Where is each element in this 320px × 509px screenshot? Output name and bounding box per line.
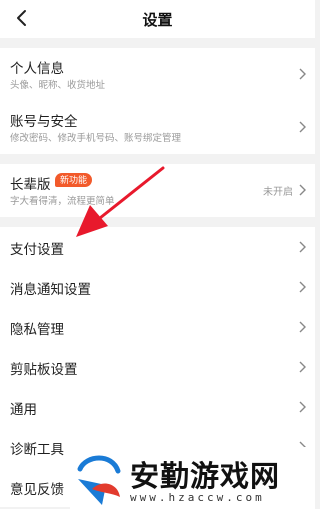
- settings-item-label: 通用: [10, 402, 37, 417]
- header-bar: 设置: [0, 0, 315, 38]
- watermark: 安勤游戏网 www.hzaccw.com: [70, 447, 315, 509]
- settings-item-label: 个人信息: [10, 61, 64, 76]
- section-gap: [0, 217, 315, 227]
- chevron-right-icon: [299, 68, 306, 80]
- page-title: 设置: [142, 12, 173, 29]
- settings-item-notifications[interactable]: 消息通知设置: [0, 267, 315, 307]
- watermark-url: www.hzaccw.com: [130, 491, 265, 504]
- settings-item-label: 长辈版: [10, 177, 51, 192]
- settings-item-account-security[interactable]: 账号与安全 修改密码、修改手机号码、账号绑定管理: [0, 101, 315, 154]
- settings-item-elder-mode[interactable]: 长辈版 新功能 字大看得清，流程更简单 未开启: [0, 164, 315, 217]
- watermark-title: 安勤游戏网: [130, 459, 281, 493]
- settings-item-label: 隐私管理: [10, 322, 64, 337]
- settings-item-label: 意见反馈: [10, 482, 64, 497]
- chevron-right-icon: [299, 281, 306, 293]
- settings-item-label: 诊断工具: [10, 442, 64, 457]
- section-gap: [0, 154, 315, 164]
- settings-group-elder: 长辈版 新功能 字大看得清，流程更简单 未开启: [0, 164, 315, 217]
- settings-item-subtitle: 头像、昵称、收货地址: [10, 80, 106, 91]
- chevron-right-icon: [299, 401, 306, 413]
- settings-item-payment[interactable]: 支付设置: [0, 227, 315, 267]
- settings-item-general[interactable]: 通用: [0, 387, 315, 427]
- chevron-right-icon: [299, 184, 306, 196]
- chevron-right-icon: [299, 241, 306, 253]
- chevron-right-icon: [299, 121, 306, 133]
- settings-item-personal-info[interactable]: 个人信息 头像、昵称、收货地址: [0, 48, 315, 101]
- chevron-right-icon: [299, 361, 306, 373]
- settings-item-label: 账号与安全: [10, 114, 78, 129]
- section-gap: [0, 38, 315, 48]
- settings-item-label: 消息通知设置: [10, 282, 91, 297]
- chevron-right-icon: [299, 321, 306, 333]
- settings-item-subtitle: 字大看得清，流程更简单: [10, 196, 115, 207]
- status-text: 未开启: [263, 187, 293, 198]
- settings-item-label: 剪贴板设置: [10, 362, 78, 377]
- settings-item-subtitle: 修改密码、修改手机号码、账号绑定管理: [10, 133, 182, 144]
- settings-item-clipboard[interactable]: 剪贴板设置: [0, 347, 315, 387]
- settings-item-label: 支付设置: [10, 242, 64, 257]
- new-feature-badge: 新功能: [55, 173, 93, 187]
- watermark-logo-icon: [77, 455, 121, 505]
- settings-group-account: 个人信息 头像、昵称、收货地址 账号与安全 修改密码、修改手机号码、账号绑定管理: [0, 48, 315, 154]
- settings-item-privacy[interactable]: 隐私管理: [0, 307, 315, 347]
